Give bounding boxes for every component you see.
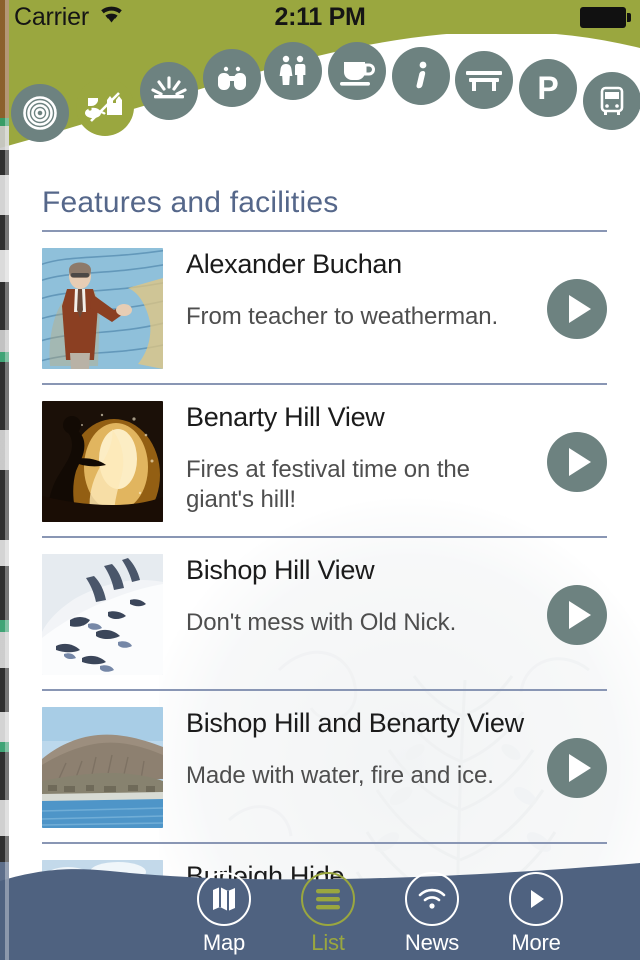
list-item[interactable]: Bishop Hill and Benarty View Made with w… — [42, 691, 607, 844]
tab-list: Map List News More — [0, 868, 640, 960]
bottom-tab-bar: Map List News More — [0, 845, 640, 960]
list-item-thumbnail — [42, 248, 163, 369]
category-icon-trails[interactable] — [11, 84, 69, 142]
list-item-subtitle: Fires at festival time on the giant's hi… — [186, 455, 470, 513]
app-root: Carrier 2:11 PM P Features and facilitie… — [0, 0, 640, 960]
main-content[interactable]: Features and facilities Alexander Buchan… — [9, 160, 640, 960]
status-bar: Carrier 2:11 PM — [0, 0, 640, 34]
list-item[interactable]: Benarty Hill View Fires at festival time… — [42, 385, 607, 538]
category-icon-features-and-facilities[interactable] — [76, 78, 134, 136]
rss-wifi-icon — [405, 872, 459, 926]
list-item-thumbnail — [42, 707, 163, 828]
page-title: Features and facilities — [42, 186, 339, 219]
category-icon-information[interactable] — [392, 47, 450, 105]
list-item-text: Benarty Hill View Fires at festival time… — [186, 401, 539, 515]
list-item-text: Alexander Buchan From teacher to weather… — [186, 248, 539, 332]
category-icon-parking[interactable]: P — [519, 59, 577, 117]
tab-map[interactable]: Map — [172, 872, 276, 956]
list-item-thumbnail — [42, 554, 163, 675]
list-item[interactable]: Alexander Buchan From teacher to weather… — [42, 232, 607, 385]
clock-label: 2:11 PM — [274, 2, 366, 31]
list-item-title: Alexander Buchan — [186, 249, 402, 279]
category-icon-toilets[interactable] — [264, 42, 322, 100]
screen-edge-artifact-inner — [5, 0, 9, 960]
list-item-subtitle: From teacher to weatherman. — [186, 302, 499, 330]
list-item-text: Bishop Hill and Benarty View Made with w… — [186, 707, 539, 791]
category-icon-bus-stop[interactable] — [583, 72, 640, 130]
tab-label: Map — [202, 930, 246, 955]
play-icon[interactable] — [547, 278, 607, 339]
play-icon — [509, 872, 563, 926]
map-icon — [197, 872, 251, 926]
list-item-title: Benarty Hill View — [186, 402, 385, 432]
tab-label: More — [511, 930, 561, 955]
list-item-thumbnail — [42, 401, 163, 522]
category-icon-picnic-area[interactable] — [455, 51, 513, 109]
tab-more[interactable]: More — [484, 872, 588, 956]
tab-news[interactable]: News — [380, 872, 484, 956]
tab-list-view[interactable]: List — [276, 872, 380, 956]
status-bar-right — [580, 6, 631, 28]
list-item-text: Bishop Hill View Don't mess with Old Nic… — [186, 554, 539, 638]
list-item-title: Bishop Hill View — [186, 555, 375, 585]
battery-full-icon — [580, 6, 631, 28]
category-icon-wildlife-watching[interactable] — [203, 49, 261, 107]
list-icon — [301, 872, 355, 926]
category-icon-viewpoint[interactable] — [140, 62, 198, 120]
tab-label: List — [311, 930, 345, 955]
svg-text:P: P — [537, 70, 558, 106]
category-icon-cafe[interactable] — [328, 42, 386, 100]
play-icon[interactable] — [547, 431, 607, 492]
list-item-title: Bishop Hill and Benarty View — [186, 708, 524, 738]
list-item-subtitle: Don't mess with Old Nick. — [186, 608, 457, 636]
play-icon[interactable] — [547, 737, 607, 798]
list-item[interactable]: Bishop Hill View Don't mess with Old Nic… — [42, 538, 607, 691]
play-icon[interactable] — [547, 584, 607, 645]
tab-label: News — [404, 930, 460, 955]
list-item-subtitle: Made with water, fire and ice. — [186, 761, 494, 789]
